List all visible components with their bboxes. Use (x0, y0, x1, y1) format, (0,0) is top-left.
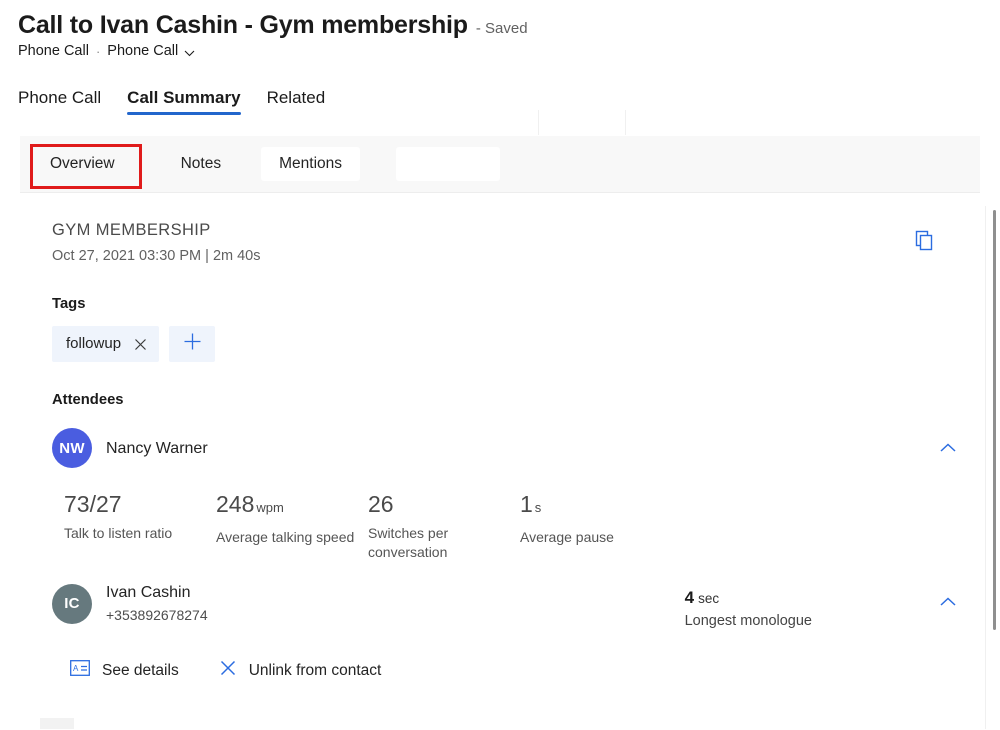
attendee-block-ivan-cashin: IC Ivan Cashin +353892678274 4sec Longes… (52, 582, 980, 625)
bottom-partial-element (40, 718, 74, 729)
metric-value: 248wpm (216, 490, 358, 522)
attendee-metrics: 73/27 Talk to listen ratio 248wpm Averag… (52, 490, 980, 562)
column-separator (538, 110, 539, 135)
tags-section-label: Tags (52, 294, 980, 314)
call-datetime-duration: Oct 27, 2021 03:30 PM | 2m 40s (52, 246, 980, 266)
unlink-from-contact-label: Unlink from contact (249, 661, 382, 681)
tags-row: followup (52, 326, 980, 362)
copy-icon[interactable] (910, 226, 938, 254)
metric-number: 248 (216, 491, 254, 517)
column-separators (0, 110, 1000, 135)
metric-value: 73/27 (64, 490, 206, 518)
metric-value: 26 (368, 490, 510, 518)
vertical-scrollbar-thumb[interactable] (993, 210, 996, 630)
breadcrumb: Phone Call · Phone Call (18, 43, 1000, 59)
call-summary-header: GYM MEMBERSHIP Oct 27, 2021 03:30 PM | 2… (52, 219, 980, 266)
plus-icon (183, 332, 202, 356)
metric-average-talking-speed: 248wpm Average talking speed (216, 490, 368, 562)
entity-type-label: Phone Call (18, 43, 89, 59)
metric-unit: sec (698, 591, 719, 606)
avatar: NW (52, 428, 92, 468)
inner-tab-bar: Overview Notes Mentions (20, 136, 980, 193)
attendee-block-nancy-warner: NW Nancy Warner 73/27 Talk to listen rat… (52, 428, 980, 562)
call-subject: GYM MEMBERSHIP (52, 219, 980, 241)
tab-placeholder[interactable] (396, 147, 500, 181)
metric-switches-per-conversation: 26 Switches per conversation (368, 490, 520, 562)
attendee-name: Nancy Warner (106, 438, 208, 459)
metric-average-pause: 1s Average pause (520, 490, 672, 562)
metric-label: Average talking speed (216, 528, 358, 547)
attendee-row: IC Ivan Cashin +353892678274 4sec Longes… (52, 582, 980, 625)
metric-value: 4 sec (685, 587, 812, 610)
contact-card-icon: A (70, 660, 90, 682)
avatar: IC (52, 584, 92, 624)
form-selector-label: Phone Call (107, 43, 178, 59)
chevron-up-icon[interactable] (934, 436, 962, 460)
metric-unit: wpm (256, 500, 283, 515)
panel-body: GYM MEMBERSHIP Oct 27, 2021 03:30 PM | 2… (20, 193, 980, 730)
attendee-row: NW Nancy Warner (52, 428, 980, 468)
tag-chip[interactable]: followup (52, 326, 159, 362)
metric-label: Talk to listen ratio (64, 524, 206, 543)
svg-text:A: A (73, 664, 79, 673)
attendee-name: Ivan Cashin (106, 582, 208, 603)
tab-notes[interactable]: Notes (163, 147, 240, 181)
unlink-from-contact-button[interactable]: Unlink from contact (219, 659, 382, 683)
close-icon[interactable] (134, 338, 147, 351)
close-icon (219, 659, 237, 683)
metric-label: Longest monologue (685, 612, 812, 631)
metric-value: 1s (520, 490, 662, 522)
metric-label: Average pause (520, 528, 662, 547)
attendee-actions: A See details Unlink from contact (52, 659, 980, 683)
call-summary-panel: Overview Notes Mentions GYM MEMBERSHIP O… (20, 136, 980, 729)
tab-overview[interactable]: Overview (32, 147, 133, 181)
metric-longest-monologue: 4 sec Longest monologue (685, 587, 812, 631)
chevron-up-icon[interactable] (934, 590, 962, 614)
tag-label: followup (66, 334, 121, 354)
metric-talk-to-listen-ratio: 73/27 Talk to listen ratio (64, 490, 216, 562)
attendees-section-label: Attendees (52, 390, 980, 410)
form-selector[interactable]: Phone Call (107, 43, 195, 59)
metric-unit: s (535, 500, 542, 515)
see-details-button[interactable]: A See details (70, 660, 179, 682)
saved-status: - Saved (476, 20, 528, 37)
attendee-phone: +353892678274 (106, 606, 208, 625)
add-tag-button[interactable] (169, 326, 215, 362)
page-title: Call to Ivan Cashin - Gym membership (18, 10, 468, 40)
metric-number: 4 (685, 588, 694, 607)
chevron-down-icon (184, 47, 195, 58)
see-details-label: See details (102, 661, 179, 681)
page-header: Call to Ivan Cashin - Gym membership - S… (0, 0, 1000, 59)
column-separator (625, 110, 626, 135)
metric-number: 1 (520, 491, 533, 517)
metric-label: Switches per conversation (368, 524, 510, 562)
title-row: Call to Ivan Cashin - Gym membership - S… (18, 10, 1000, 40)
breadcrumb-separator: · (96, 44, 100, 59)
tab-mentions[interactable]: Mentions (261, 147, 360, 181)
